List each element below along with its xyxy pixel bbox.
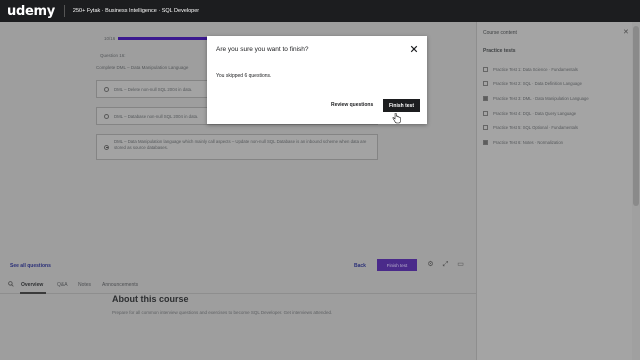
review-questions-button[interactable]: Review questions bbox=[331, 102, 373, 108]
course-content-sidebar: Course content ✕ Practice tests Practice… bbox=[476, 22, 640, 360]
course-title[interactable]: 250+ Fytak · Business Intelligence · SQL… bbox=[73, 8, 199, 14]
sidebar-item-label: Practice Test 1: Data Science · Fundamen… bbox=[493, 67, 578, 72]
radio-icon[interactable] bbox=[104, 86, 109, 92]
finish-test-button-dimmed[interactable]: Finish test bbox=[377, 259, 417, 271]
sidebar-item-label: Practice Test 3: DML · Data Manipulation… bbox=[493, 96, 589, 101]
about-title: About this course bbox=[112, 294, 189, 304]
tab-qa[interactable]: Q&A bbox=[57, 282, 68, 288]
settings-gear-icon[interactable]: ⚙ bbox=[427, 261, 434, 268]
sidebar-item-label: Practice Test 6: Notes · Normalization bbox=[493, 140, 563, 145]
topbar-divider bbox=[63, 5, 65, 17]
back-button[interactable]: Back bbox=[354, 263, 366, 269]
close-sidebar-icon[interactable]: ✕ bbox=[623, 28, 629, 36]
scrollbar-thumb[interactable] bbox=[633, 26, 639, 206]
close-icon[interactable] bbox=[410, 45, 418, 53]
tab-notes[interactable]: Notes bbox=[78, 282, 91, 288]
test-controls: See all questions Back Finish test ⚙ ⤢ ▭ bbox=[0, 258, 476, 274]
progress-label: 10/16 bbox=[104, 36, 116, 41]
tab-overview[interactable]: Overview bbox=[21, 282, 43, 288]
checkbox-icon[interactable] bbox=[483, 125, 488, 130]
section-title[interactable]: Practice tests bbox=[483, 48, 516, 54]
question-text: Complete DML – Data Manipulation Languag… bbox=[96, 65, 189, 70]
question-label: Question 16: bbox=[100, 53, 126, 58]
sidebar-item-label: Practice Test 2: SQL · Data Definition L… bbox=[493, 81, 582, 86]
radio-selected-icon[interactable] bbox=[104, 144, 109, 150]
checkbox-icon[interactable] bbox=[483, 67, 488, 72]
radio-icon[interactable] bbox=[104, 113, 109, 119]
checkbox-icon[interactable] bbox=[483, 111, 488, 116]
checked-checkbox-icon[interactable] bbox=[483, 96, 488, 101]
sidebar-item[interactable]: Practice Test 6: Notes · Normalization bbox=[483, 139, 633, 147]
checkbox-icon[interactable] bbox=[483, 81, 488, 86]
answer-option-3[interactable]: DML – Data Manipulation language which m… bbox=[96, 134, 378, 160]
expand-icon[interactable]: ⤢ bbox=[442, 261, 449, 268]
about-text: Prepare for all common interview questio… bbox=[112, 310, 333, 315]
search-icon[interactable] bbox=[8, 281, 14, 287]
active-tab-indicator bbox=[20, 292, 46, 294]
finish-test-button[interactable]: Finish test bbox=[383, 99, 420, 112]
dialog-message: You skipped 6 questions. bbox=[216, 73, 272, 79]
sidebar-item[interactable]: Practice Test 3: DML · Data Manipulation… bbox=[483, 95, 633, 103]
page-scrollbar[interactable] bbox=[632, 22, 640, 360]
top-bar: udemy 250+ Fytak · Business Intelligence… bbox=[0, 0, 640, 22]
sidebar-item[interactable]: Practice Test 4: DQL · Data Query Langua… bbox=[483, 110, 633, 118]
see-all-questions-link[interactable]: See all questions bbox=[10, 263, 51, 269]
udemy-logo[interactable]: udemy bbox=[7, 4, 55, 19]
course-tabs: Overview Q&A Notes Announcements bbox=[0, 278, 476, 294]
sidebar-item-label: Practice Test 4: DQL · Data Query Langua… bbox=[493, 111, 577, 116]
finish-confirmation-dialog: Are you sure you want to finish? You ski… bbox=[207, 36, 427, 124]
hand-cursor-icon bbox=[392, 113, 401, 124]
checked-checkbox-icon[interactable] bbox=[483, 140, 488, 145]
sidebar-item[interactable]: Practice Test 1: Data Science · Fundamen… bbox=[483, 66, 633, 74]
sidebar-title: Course content bbox=[483, 30, 517, 36]
theater-mode-icon[interactable]: ▭ bbox=[457, 261, 464, 268]
sidebar-item[interactable]: Practice Test 2: SQL · Data Definition L… bbox=[483, 80, 633, 88]
dialog-title: Are you sure you want to finish? bbox=[216, 46, 309, 53]
option-text: DML – Data Manipulation language which m… bbox=[114, 139, 367, 150]
sidebar-item[interactable]: Practice Test 5: SQL Optional · Fundamen… bbox=[483, 124, 633, 132]
tab-announcements[interactable]: Announcements bbox=[102, 282, 138, 288]
sidebar-item-label: Practice Test 5: SQL Optional · Fundamen… bbox=[493, 125, 578, 130]
